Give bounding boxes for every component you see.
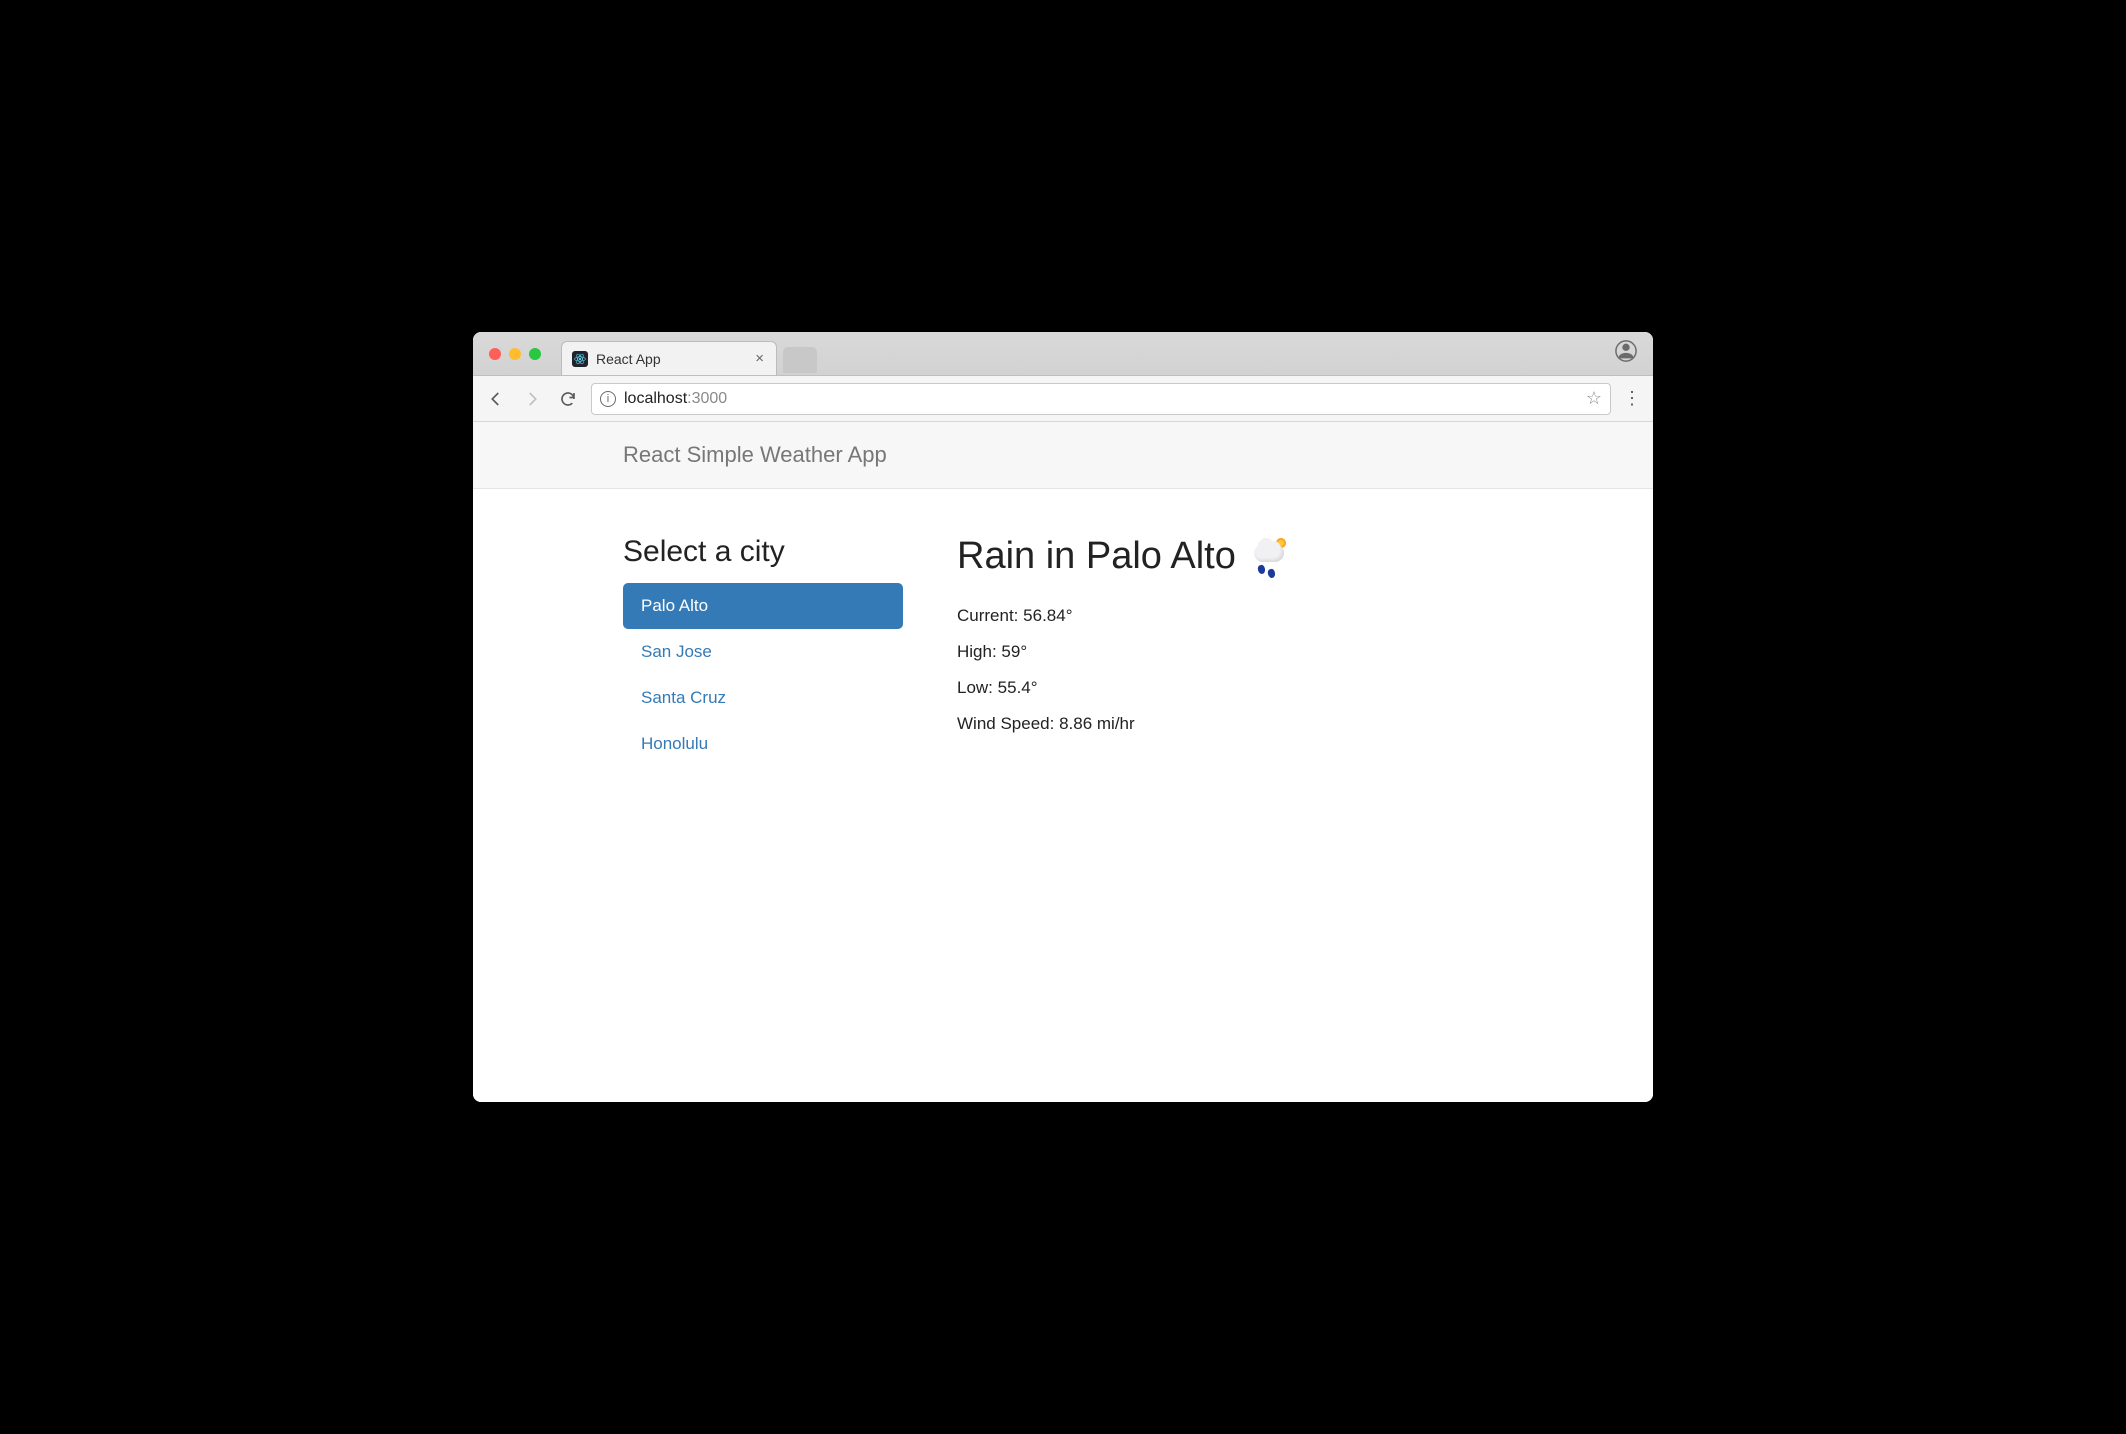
new-tab-button[interactable]: [783, 347, 817, 373]
city-list: Palo Alto San Jose Santa Cruz Honolulu: [623, 583, 903, 767]
sidebar-heading: Select a city: [623, 535, 903, 569]
app-title: React Simple Weather App: [623, 442, 1503, 468]
city-sidebar: Select a city Palo Alto San Jose Santa C…: [623, 535, 903, 767]
browser-toolbar: i localhost:3000 ☆ ⋮: [473, 376, 1653, 422]
city-item-honolulu[interactable]: Honolulu: [623, 721, 903, 767]
url-host: localhost: [624, 390, 687, 407]
tab-title: React App: [596, 351, 661, 367]
address-bar[interactable]: i localhost:3000 ☆: [591, 383, 1611, 415]
city-item-santa-cruz[interactable]: Santa Cruz: [623, 675, 903, 721]
app-header: React Simple Weather App: [473, 422, 1653, 489]
tab-close-icon[interactable]: ×: [753, 349, 766, 368]
weather-stats: Current: 56.84° High: 59° Low: 55.4° Win…: [957, 606, 1503, 734]
weather-detail: Rain in Palo Alto Current: 56.84° High: …: [957, 535, 1503, 767]
profile-icon[interactable]: [1615, 340, 1643, 367]
city-item-san-jose[interactable]: San Jose: [623, 629, 903, 675]
page-viewport: React Simple Weather App Select a city P…: [473, 422, 1653, 1102]
city-item-palo-alto[interactable]: Palo Alto: [623, 583, 903, 629]
url-port: :3000: [687, 390, 727, 407]
tab-strip: React App ×: [473, 332, 1653, 376]
browser-menu-icon[interactable]: ⋮: [1621, 388, 1643, 409]
weather-headline: Rain in Palo Alto: [957, 535, 1503, 578]
main-content: Select a city Palo Alto San Jose Santa C…: [623, 489, 1503, 767]
headline-text: Rain in Palo Alto: [957, 535, 1236, 578]
url-text: localhost:3000: [624, 390, 727, 408]
stat-current: Current: 56.84°: [957, 606, 1503, 626]
window-maximize-icon[interactable]: [529, 348, 541, 360]
browser-window: React App × i localhost:3000 ☆ ⋮: [473, 332, 1653, 1102]
window-minimize-icon[interactable]: [509, 348, 521, 360]
window-close-icon[interactable]: [489, 348, 501, 360]
browser-tab[interactable]: React App ×: [561, 341, 777, 375]
stat-high: High: 59°: [957, 642, 1503, 662]
back-button[interactable]: [483, 386, 509, 412]
window-controls: [489, 348, 541, 360]
site-info-icon[interactable]: i: [600, 391, 616, 407]
rain-icon: [1248, 536, 1290, 578]
stat-low: Low: 55.4°: [957, 678, 1503, 698]
bookmark-star-icon[interactable]: ☆: [1586, 388, 1602, 409]
stat-wind: Wind Speed: 8.86 mi/hr: [957, 714, 1503, 734]
forward-button[interactable]: [519, 386, 545, 412]
reload-button[interactable]: [555, 386, 581, 412]
react-favicon-icon: [572, 351, 588, 367]
